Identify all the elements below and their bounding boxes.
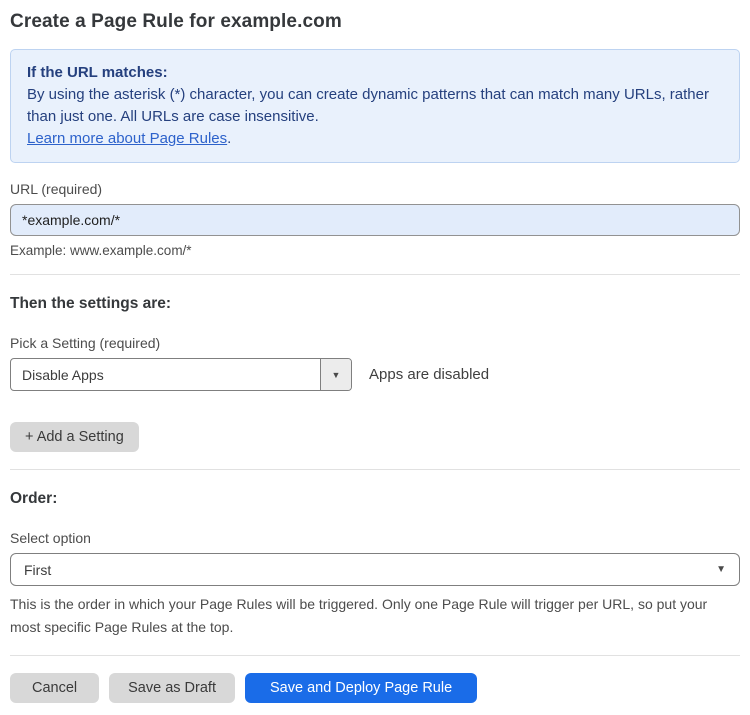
order-section-heading: Order: [10,490,58,507]
info-box-heading: If the URL matches: [27,64,168,81]
form-actions: Cancel Save as Draft Save and Deploy Pag… [10,673,740,703]
save-and-deploy-button[interactable]: Save and Deploy Page Rule [244,673,478,703]
page-rule-form: Create a Page Rule for example.com If th… [0,0,750,715]
cancel-button[interactable]: Cancel [10,673,100,703]
info-box-body: By using the asterisk (*) character, you… [27,86,709,125]
url-matches-info-box: If the URL matches: By using the asteris… [10,49,740,163]
page-title: Create a Page Rule for example.com [10,11,342,32]
setting-select-value: Disable Apps [22,366,104,383]
save-as-draft-button[interactable]: Save as Draft [109,673,235,703]
info-box-link-line: Learn more about Page Rules. [27,128,723,150]
link-suffix: . [227,130,232,147]
order-helper-text: This is the order in which your Page Rul… [10,596,708,635]
order-select-label: Select option [10,530,91,546]
setting-picker-label: Pick a Setting (required) [10,335,161,351]
add-setting-button[interactable]: + Add a Setting [10,422,139,452]
setting-description: Apps are disabled [369,366,490,383]
url-example-helper: Example: www.example.com/* [10,243,192,258]
chevron-down-icon[interactable]: ▼ [320,359,351,390]
divider [10,655,740,656]
settings-section-heading: Then the settings are: [10,295,172,312]
chevron-down-icon: ▼ [716,564,726,575]
divider [10,469,740,470]
divider [10,274,740,275]
url-field-label: URL (required) [10,181,103,197]
order-select[interactable]: First ▼ [10,553,740,586]
learn-more-link[interactable]: Learn more about Page Rules [27,130,227,147]
order-select-value: First [24,561,52,578]
setting-select[interactable]: Disable Apps ▼ [10,358,352,391]
url-input[interactable] [10,204,740,236]
setting-row: Disable Apps ▼ Apps are disabled [10,358,740,391]
